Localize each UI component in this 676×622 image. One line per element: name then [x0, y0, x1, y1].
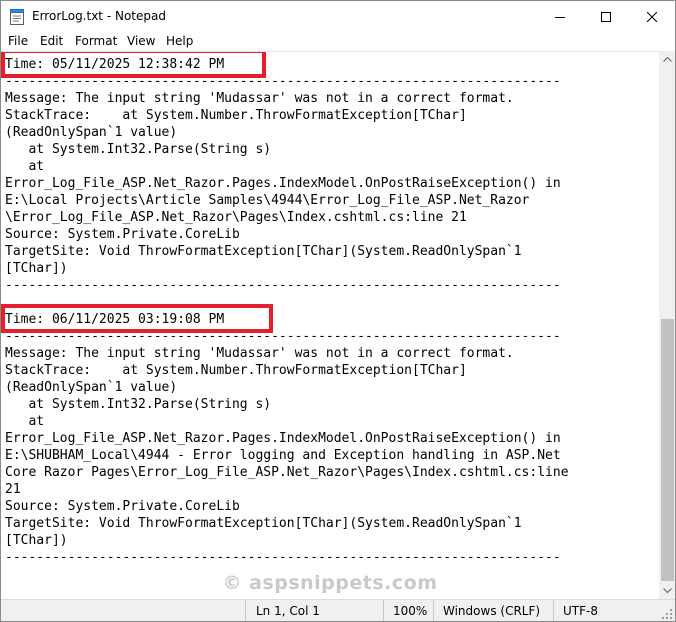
status-divider [433, 600, 434, 621]
chevron-up-icon [663, 57, 672, 62]
watermark: © aspsnippets.com [222, 572, 438, 594]
status-divider [383, 600, 384, 621]
minimize-button[interactable] [537, 1, 583, 33]
maximize-icon [601, 12, 611, 22]
vertical-scrollbar[interactable] [659, 51, 675, 599]
title-bar[interactable]: ErrorLog.txt - Notepad [1, 1, 675, 33]
scroll-down-button[interactable] [659, 582, 675, 599]
line-ending: Windows (CRLF) [443, 604, 541, 618]
menu-bar: File Edit Format View Help [1, 33, 675, 51]
scroll-up-button[interactable] [659, 51, 675, 68]
text-editor-area[interactable]: Time: 05/11/2025 12:38:42 PM -----------… [1, 51, 659, 600]
menu-file[interactable]: File [8, 34, 28, 48]
notepad-window: ErrorLog.txt - Notepad File Edit Format … [0, 0, 676, 622]
highlight-box-first-timestamp [1, 52, 266, 78]
cursor-position: Ln 1, Col 1 [256, 604, 320, 618]
resize-grip-icon[interactable] [661, 608, 673, 620]
encoding: UTF-8 [563, 604, 598, 618]
window-title: ErrorLog.txt - Notepad [32, 9, 166, 23]
menu-format[interactable]: Format [75, 34, 117, 48]
menu-help[interactable]: Help [166, 34, 193, 48]
status-divider [245, 600, 246, 621]
menu-edit[interactable]: Edit [40, 34, 63, 48]
status-divider [553, 600, 554, 621]
menu-view[interactable]: View [127, 34, 155, 48]
zoom-level: 100% [393, 604, 428, 618]
close-icon [647, 12, 657, 22]
highlight-box-second-timestamp [1, 304, 273, 333]
status-bar: Ln 1, Col 1 100% Windows (CRLF) UTF-8 [1, 599, 675, 621]
minimize-icon [555, 17, 565, 18]
close-button[interactable] [629, 1, 675, 33]
notepad-icon [10, 9, 24, 25]
maximize-button[interactable] [583, 1, 629, 33]
chevron-down-icon [663, 588, 672, 593]
scrollbar-thumb[interactable] [661, 319, 674, 581]
